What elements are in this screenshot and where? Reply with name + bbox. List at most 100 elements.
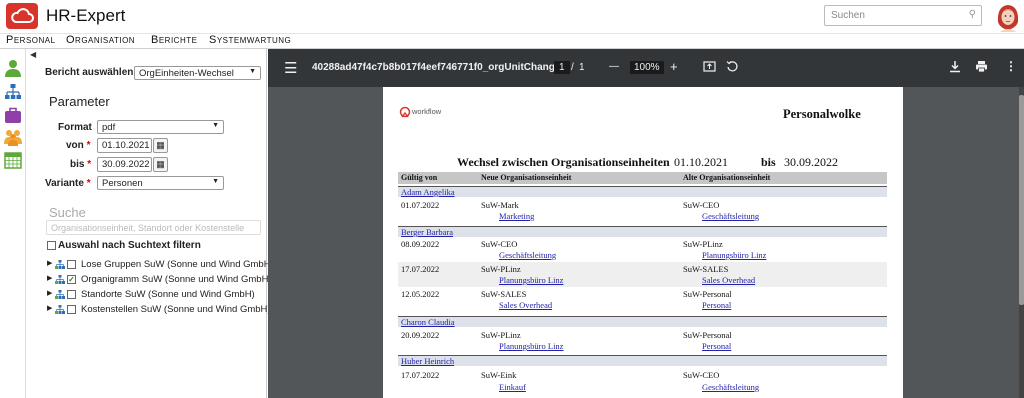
row-new-link[interactable]: Einkauf	[499, 382, 526, 392]
tree-checkbox[interactable]	[67, 305, 76, 314]
report-to-date: 30.09.2022	[784, 155, 838, 169]
format-select[interactable]: pdf ▼	[97, 120, 224, 134]
person-icon[interactable]	[4, 59, 22, 77]
pdf-scrollbar-thumb[interactable]	[1019, 95, 1024, 305]
row-date: 17.07.2022	[401, 370, 440, 380]
page-total: 1	[579, 62, 585, 73]
row-new-code: SuW-Eink	[481, 370, 517, 380]
download-icon[interactable]	[949, 60, 961, 76]
fit-page-icon[interactable]	[703, 60, 716, 76]
zoom-out-button[interactable]: —	[609, 61, 619, 72]
expand-icon[interactable]: ▶	[47, 274, 52, 282]
row-new-code: SuW-Mark	[481, 200, 519, 210]
expand-icon[interactable]: ▶	[47, 259, 52, 267]
menu-personal[interactable]: Personal	[6, 34, 56, 46]
row-date: 08.09.2022	[401, 239, 440, 249]
search-input[interactable]: Suchen ⚲	[824, 5, 982, 26]
row-new-code: SuW-SALES	[481, 289, 527, 299]
org-tree-icon	[55, 275, 65, 284]
variante-select-value: Personen	[102, 178, 143, 189]
menu-organisation[interactable]: Organisation	[66, 34, 135, 46]
page-number-input[interactable]: 1	[554, 61, 570, 74]
org-search-input[interactable]: Organisationseinheit, Standort oder Kost…	[46, 220, 261, 235]
von-calendar-icon[interactable]: ▦	[153, 138, 168, 153]
suche-heading: Suche	[49, 205, 86, 220]
person-link[interactable]: Berger Barbara	[401, 227, 453, 237]
briefcase-icon[interactable]	[4, 106, 22, 124]
workflow-logo: workflow	[399, 105, 447, 121]
org-tree-icon	[55, 260, 65, 269]
calendar-icon[interactable]	[4, 151, 22, 169]
row-old-link[interactable]: Planungsbüro Linz	[702, 250, 766, 260]
search-placeholder: Suchen	[831, 10, 865, 21]
row-new-link[interactable]: Sales Overhead	[499, 300, 552, 310]
company-name: Personalwolke	[783, 107, 861, 121]
person-row: Charon Claudia	[398, 316, 887, 327]
person-link[interactable]: Charon Claudia	[401, 317, 455, 327]
table-header: Gültig von Neue Organisationseinheit Alt…	[398, 172, 887, 184]
bis-calendar-icon[interactable]: ▦	[153, 157, 168, 172]
table-row: 08.09.2022 SuW-CEO Geschäftsleitung SuW-…	[398, 238, 887, 262]
row-new-code: SuW-PLinz	[481, 264, 521, 274]
person-link[interactable]: Adam Angelika	[401, 187, 455, 197]
module-icon-bar	[0, 49, 26, 398]
rotate-icon[interactable]	[726, 60, 739, 76]
tree-checkbox[interactable]	[67, 260, 76, 269]
col-neue-oe: Neue Organisationseinheit	[481, 173, 572, 182]
org-tree-icon	[55, 305, 65, 314]
chevron-down-icon: ▼	[249, 68, 256, 75]
filter-checkbox[interactable]	[47, 241, 56, 250]
row-date: 12.05.2022	[401, 289, 440, 299]
user-avatar[interactable]	[996, 2, 1020, 32]
format-label: Format	[58, 122, 92, 133]
tree-item-label: Organigramm SuW (Sonne und Wind GmbH)	[81, 274, 272, 285]
menu-berichte[interactable]: Berichte	[151, 34, 197, 46]
report-heading: Wechsel zwischen Organisationseinheiten	[457, 155, 670, 169]
team-icon[interactable]	[4, 128, 22, 146]
row-old-code: SuW-PLinz	[683, 239, 723, 249]
cloud-logo-icon[interactable]	[6, 3, 38, 29]
search-icon[interactable]: ⚲	[969, 9, 976, 20]
report-bis-word: bis	[761, 155, 776, 169]
collapse-panel-icon[interactable]: ◀	[30, 50, 36, 59]
tree-checkbox[interactable]	[67, 290, 76, 299]
tree-checkbox-checked[interactable]: ✓	[67, 275, 76, 284]
org-chart-icon[interactable]	[4, 83, 22, 101]
table-row: 17.07.2022 SuW-PLinz Planungsbüro Linz S…	[398, 262, 887, 287]
person-row: Berger Barbara	[398, 226, 887, 237]
zoom-in-button[interactable]: +	[670, 59, 678, 74]
tree-item-label: Standorte SuW (Sonne und Wind GmbH)	[81, 289, 255, 300]
row-new-link[interactable]: Geschäftsleitung	[499, 250, 556, 260]
row-new-link[interactable]: Planungsbüro Linz	[499, 341, 563, 351]
main-menu: Personal Organisation Berichte Systemwar…	[0, 34, 1024, 49]
menu-systemwartung[interactable]: Systemwartung	[209, 34, 291, 46]
row-new-link[interactable]: Planungsbüro Linz	[499, 275, 563, 285]
row-old-code: SuW-CEO	[683, 200, 720, 210]
expand-icon[interactable]: ▶	[47, 289, 52, 297]
row-old-link[interactable]: Personal	[702, 341, 731, 351]
row-old-link[interactable]: Geschäftsleitung	[702, 211, 759, 221]
expand-icon[interactable]: ▶	[47, 304, 52, 312]
row-old-link[interactable]: Geschäftsleitung	[702, 382, 759, 392]
person-row: Huber Heinrich	[398, 355, 887, 366]
app-title: HR-Expert	[46, 6, 126, 25]
von-date-input[interactable]: 01.10.2021	[97, 138, 152, 153]
print-icon[interactable]	[975, 60, 988, 76]
row-new-link[interactable]: Marketing	[499, 211, 534, 221]
table-row: 12.05.2022 SuW-SALES Sales Overhead SuW-…	[398, 287, 887, 315]
row-old-link[interactable]: Sales Overhead	[702, 275, 755, 285]
chevron-down-icon: ▼	[212, 178, 219, 185]
person-link[interactable]: Huber Heinrich	[401, 356, 454, 366]
person-row: Adam Angelika	[398, 186, 887, 197]
variante-select[interactable]: Personen ▼	[97, 176, 224, 190]
zoom-level[interactable]: 100%	[630, 61, 664, 74]
table-row: 01.07.2022 SuW-Mark Marketing SuW-CEO Ge…	[398, 199, 887, 223]
report-select[interactable]: OrgEinheiten-Wechsel ▼	[134, 66, 261, 80]
hamburger-menu-icon[interactable]: ☰	[284, 59, 297, 77]
org-tree-icon	[55, 290, 65, 299]
chevron-down-icon: ▼	[212, 122, 219, 129]
more-options-icon[interactable]: ⋮	[1005, 59, 1017, 73]
row-old-link[interactable]: Personal	[702, 300, 731, 310]
tree-item-label: Kostenstellen SuW (Sonne und Wind GmbH)	[81, 304, 271, 315]
bis-date-input[interactable]: 30.09.2022	[97, 157, 152, 172]
